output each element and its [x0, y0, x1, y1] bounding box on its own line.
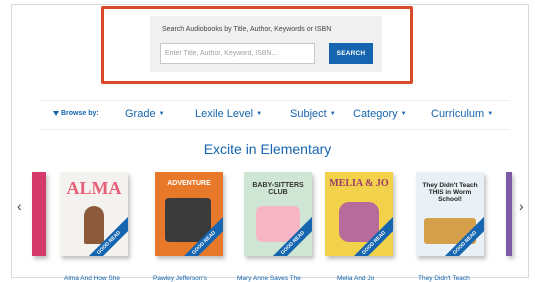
search-input[interactable]: [160, 43, 315, 64]
book-caption[interactable]: They Didn't Teach: [418, 275, 470, 282]
book-cover-title: BABY-SITTERS CLUB: [252, 182, 304, 196]
browse-item-label: Grade: [125, 108, 156, 120]
browse-item-label: Curriculum: [431, 108, 485, 120]
book-caption[interactable]: Pawley Jefferson's: [153, 275, 207, 282]
book-cover[interactable]: ADVENTURE GOOD READ: [155, 172, 223, 256]
book-cover-partial[interactable]: [32, 172, 46, 256]
search-title: Search Audiobooks by Title, Author, Keyw…: [162, 26, 332, 33]
browse-item-label: Subject: [290, 108, 327, 120]
filter-icon: [53, 110, 59, 116]
section-title: Excite in Elementary: [203, 141, 332, 157]
browse-item-label: Lexile Level: [195, 108, 254, 120]
browse-by-text: Browse by:: [61, 110, 99, 117]
browse-curriculum-dropdown[interactable]: Curriculum ▼: [431, 108, 493, 120]
book-cover-title: ADVENTURE: [167, 180, 211, 187]
book-cover[interactable]: ALMA GOOD READ: [60, 172, 128, 256]
carousel-prev-arrow-icon[interactable]: ‹: [17, 198, 22, 214]
browse-subject-dropdown[interactable]: Subject ▼: [290, 108, 336, 120]
caret-down-icon: ▼: [158, 111, 165, 118]
carousel-next-arrow-icon[interactable]: ›: [519, 198, 524, 214]
book-cover-partial[interactable]: [506, 172, 512, 256]
book-cover[interactable]: MELIA & JO GOOD READ: [325, 172, 393, 256]
caret-down-icon: ▼: [400, 111, 407, 118]
book-cover[interactable]: They Didn't Teach THIS in Worm School! G…: [416, 172, 484, 256]
book-cover-title: MELIA & JO: [329, 178, 389, 189]
book-cover-title: ALMA: [66, 178, 122, 198]
caret-down-icon: ▼: [329, 111, 336, 118]
browse-by-label: Browse by:: [53, 110, 99, 117]
browse-item-label: Category: [353, 108, 398, 120]
book-cover[interactable]: BABY-SITTERS CLUB GOOD READ: [244, 172, 312, 256]
search-button[interactable]: SEARCH: [329, 43, 373, 64]
browse-lexile-dropdown[interactable]: Lexile Level ▼: [195, 108, 262, 120]
book-illustration: [84, 206, 104, 244]
caret-down-icon: ▼: [487, 111, 494, 118]
book-cover-title: They Didn't Teach THIS in Worm School!: [422, 182, 478, 203]
book-caption[interactable]: Melia And Jo: [337, 275, 374, 282]
browse-grade-dropdown[interactable]: Grade ▼: [125, 108, 165, 120]
caret-down-icon: ▼: [256, 111, 263, 118]
book-caption[interactable]: Mary Anne Saves The: [237, 275, 301, 282]
book-caption[interactable]: Alma And How She: [64, 275, 120, 282]
browse-category-dropdown[interactable]: Category ▼: [353, 108, 407, 120]
